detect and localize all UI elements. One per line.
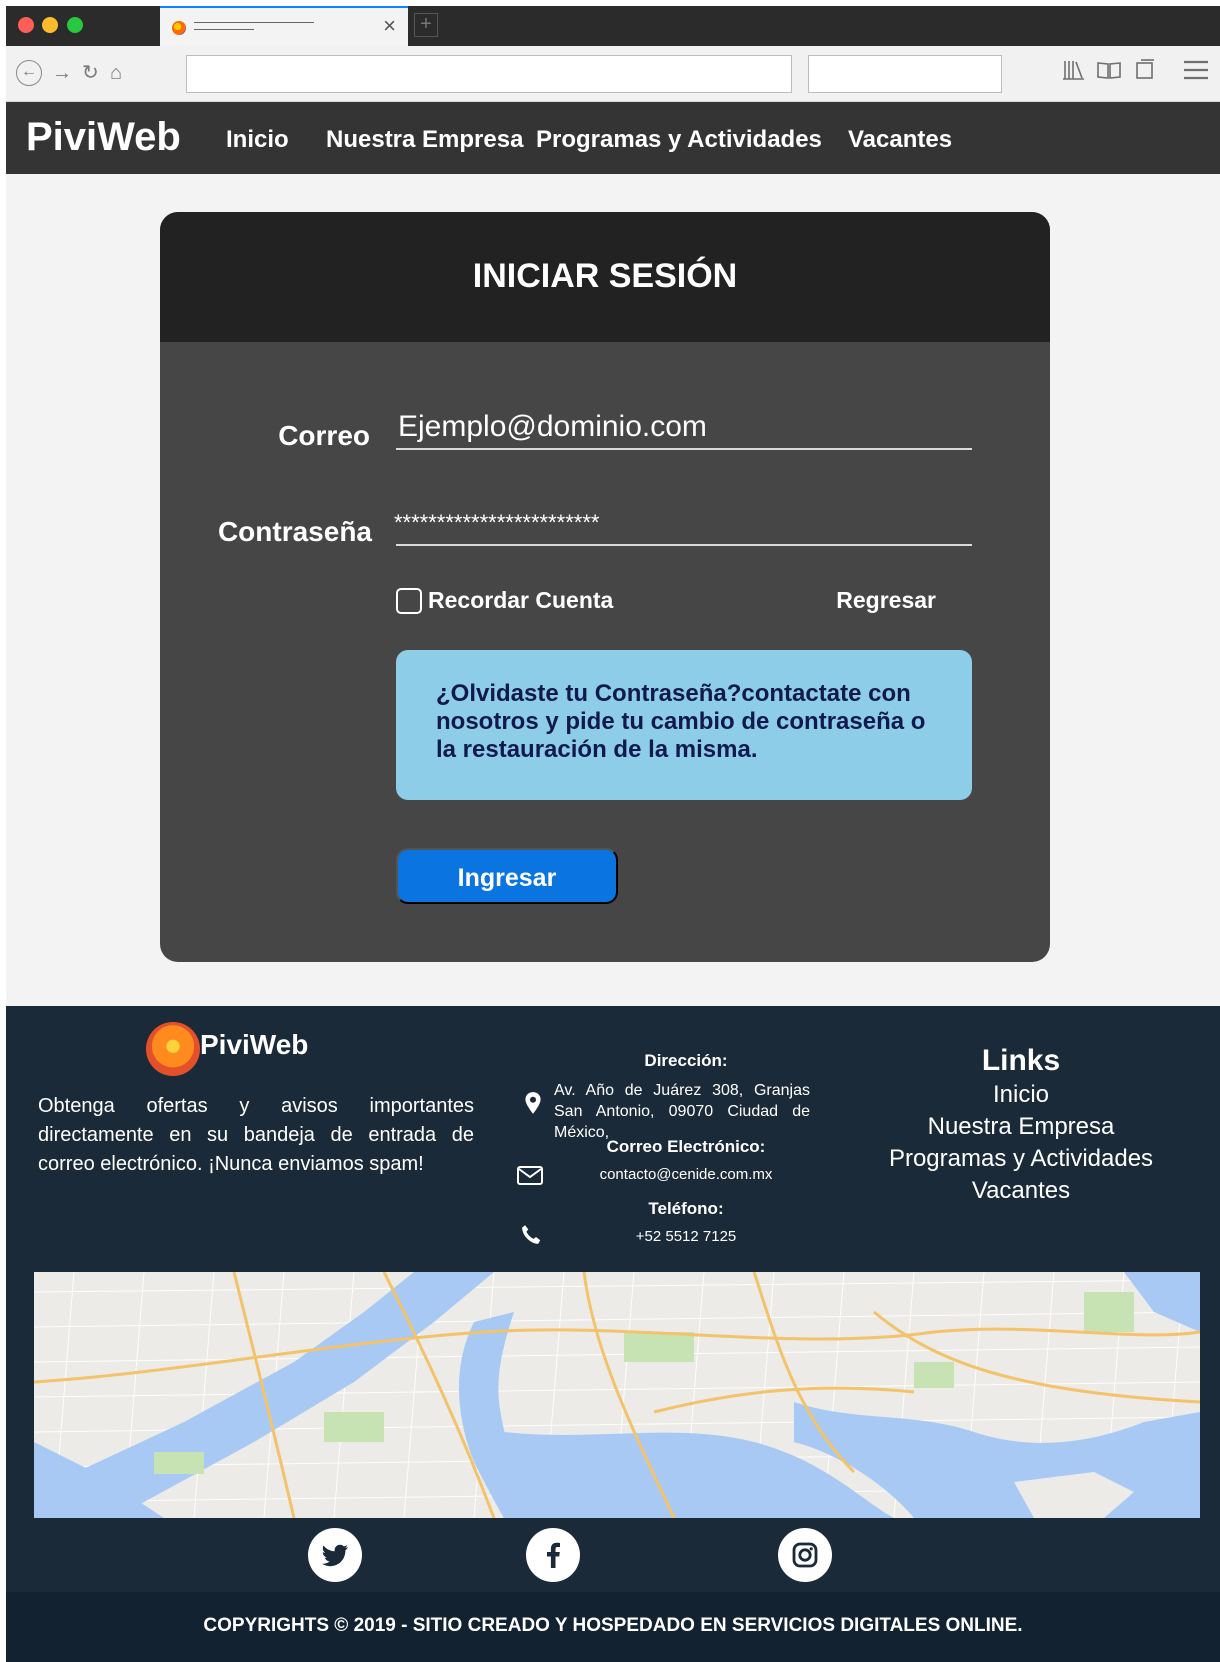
browser-tab[interactable]: ×: [160, 6, 408, 46]
nav-link-nuestra-empresa[interactable]: Nuestra Empresa: [326, 126, 523, 154]
phone-text: +52 5512 7125: [635, 1228, 737, 1245]
hamburger-menu-icon[interactable]: [1182, 58, 1210, 89]
email-field-underline: [396, 448, 972, 450]
twitter-icon[interactable]: [308, 1528, 362, 1582]
library-icon[interactable]: [1062, 58, 1086, 89]
submit-button[interactable]: Ingresar: [396, 848, 618, 904]
home-icon[interactable]: ⌂: [110, 60, 122, 86]
minimize-window-button[interactable]: [42, 17, 58, 33]
facebook-icon[interactable]: [526, 1528, 580, 1582]
forward-arrow-icon[interactable]: →: [52, 60, 72, 86]
login-card-header: INICIAR SESIÓN: [160, 212, 1050, 342]
close-tab-icon[interactable]: ×: [383, 14, 396, 38]
location-map[interactable]: [34, 1272, 1200, 1518]
notice-text: ¿Olvidaste tu Contraseña?contactate con …: [436, 680, 926, 763]
password-field-underline: [396, 544, 972, 546]
copyright-text: COPYRIGHTS © 2019 - SITIO CREADO Y HOSPE…: [203, 1615, 1023, 1636]
nav-link-inicio[interactable]: Inicio: [226, 126, 289, 154]
footer-link-nuestra-empresa[interactable]: Nuestra Empresa: [866, 1112, 1176, 1142]
footer-link-programas[interactable]: Programas y Actividades: [866, 1144, 1176, 1174]
remember-checkbox[interactable]: [396, 588, 422, 614]
links-title: Links: [981, 1044, 1061, 1077]
password-field[interactable]: ************************: [394, 506, 599, 540]
url-bar[interactable]: [186, 55, 792, 93]
footer-link-vacantes[interactable]: Vacantes: [866, 1176, 1176, 1206]
instagram-icon[interactable]: [778, 1528, 832, 1582]
login-card: INICIAR SESIÓN Correo Ejemplo@dominio.co…: [160, 212, 1050, 962]
nav-link-vacantes[interactable]: Vacantes: [848, 126, 952, 154]
sidebar-icon[interactable]: [1134, 58, 1156, 89]
address-text: Av. Año de Juárez 308, Granjas San Anton…: [554, 1082, 810, 1141]
footer-description: Obtenga ofertas y avisos importantes dir…: [38, 1095, 474, 1175]
browser-toolbar: ← → ↻ ⌂: [6, 46, 1220, 102]
site-navbar: PiviWeb Inicio Nuestra Empresa Programas…: [6, 102, 1220, 174]
maximize-window-button[interactable]: [67, 17, 83, 33]
map-pin-icon: [520, 1090, 546, 1116]
password-label: Contraseña: [217, 516, 372, 547]
close-window-button[interactable]: [18, 17, 34, 33]
main-content: INICIAR SESIÓN Correo Ejemplo@dominio.co…: [6, 174, 1220, 1006]
login-title: INICIAR SESIÓN: [472, 257, 738, 295]
back-arrow-icon[interactable]: ←: [16, 60, 42, 86]
browser-search-bar[interactable]: [808, 55, 1002, 93]
nav-link-programas[interactable]: Programas y Actividades: [536, 126, 822, 154]
browser-tab-bar: × +: [6, 6, 1220, 46]
copyright-bar: COPYRIGHTS © 2019 - SITIO CREADO Y HOSPE…: [6, 1592, 1220, 1662]
reader-view-icon[interactable]: [1096, 58, 1122, 89]
remember-label[interactable]: Recordar Cuenta: [428, 586, 613, 614]
forgot-password-notice: ¿Olvidaste tu Contraseña?contactate con …: [396, 650, 972, 800]
site-logo[interactable]: PiviWeb: [26, 114, 181, 160]
firefox-icon: [172, 21, 186, 35]
lotus-logo-icon: [146, 1022, 200, 1076]
back-link[interactable]: Regresar: [810, 586, 936, 614]
email-text[interactable]: contacto@cenide.com.mx: [526, 1164, 846, 1185]
tab-title-placeholder: [194, 22, 314, 23]
site-footer: PiviWeb Obtenga ofertas y avisos importa…: [6, 1006, 1220, 1662]
new-tab-button[interactable]: +: [414, 13, 438, 37]
footer-logo: PiviWeb: [200, 1029, 309, 1060]
address-heading: Dirección:: [644, 1051, 728, 1070]
phone-heading: Teléfono:: [648, 1199, 724, 1218]
email-label: Correo: [278, 420, 370, 451]
email-field[interactable]: Ejemplo@dominio.com: [398, 410, 707, 444]
footer-link-inicio[interactable]: Inicio: [866, 1080, 1176, 1110]
tab-title-placeholder: [194, 29, 254, 30]
reload-icon[interactable]: ↻: [82, 60, 99, 86]
email-heading: Correo Electrónico:: [606, 1137, 766, 1156]
